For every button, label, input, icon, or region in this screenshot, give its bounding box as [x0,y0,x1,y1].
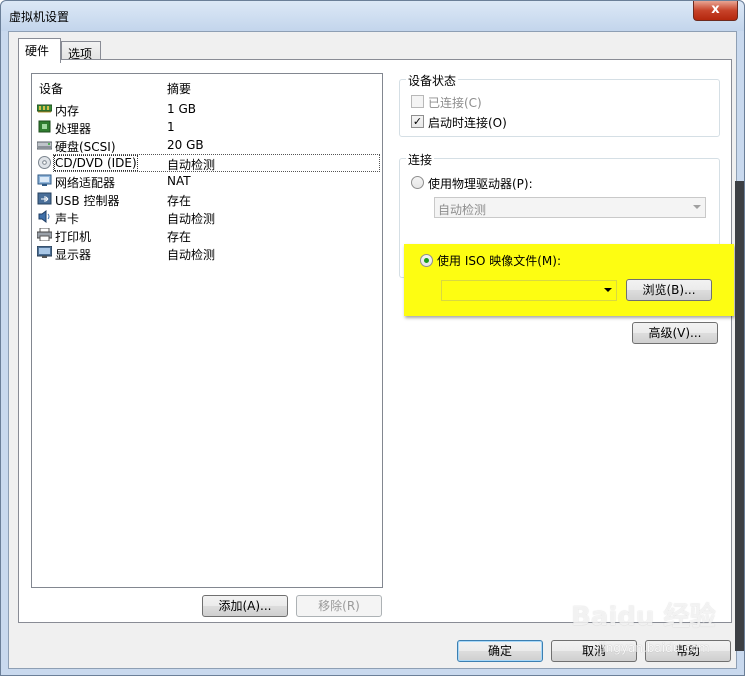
connected-checkbox[interactable] [411,95,424,108]
chevron-down-icon [604,288,612,292]
harddisk-icon [37,141,52,150]
physical-drive-select[interactable]: 自动检测 [434,197,706,218]
display-icon [37,246,52,258]
device-summary: 20 GB [167,138,204,152]
background-scrollbar [735,181,744,651]
connect-at-poweron-label: 启动时连接(O) [428,116,507,130]
remove-button[interactable]: 移除(R) [296,595,382,617]
device-summary: 自动检测 [167,248,216,262]
device-row-memory[interactable]: 内存 1 GB [32,100,382,118]
cd-dvd-icon [38,156,51,169]
connection-title: 连接 [406,151,435,168]
device-summary: 1 [167,120,175,134]
iso-highlight: 使用 ISO 映像文件(M): 浏览(B)... [404,244,734,316]
cpu-icon [38,120,51,133]
use-physical-drive-label: 使用物理驱动器(P): [428,177,533,191]
device-summary: 存在 [167,194,192,208]
device-row-harddisk[interactable]: 硬盘(SCSI) 20 GB [32,136,382,154]
device-list[interactable]: 设备 摘要 内存 1 GB 处理器 1 硬盘(SCSI) 20 GB CD/DV… [31,73,383,588]
virtual-machine-settings-window: 虚拟机设置 x 硬件 选项 设备 摘要 内存 1 GB 处理器 1 硬盘(SCS… [0,0,745,676]
device-row-display[interactable]: 显示器 自动检测 [32,244,382,262]
device-summary: 存在 [167,230,192,244]
device-name: 声卡 [55,212,80,226]
device-status-title: 设备状态 [406,72,459,89]
browse-button[interactable]: 浏览(B)... [626,279,712,301]
physical-drive-value: 自动检测 [438,203,487,217]
advanced-button[interactable]: 高级(V)... [632,322,718,344]
network-adapter-icon [37,174,52,186]
window-title: 虚拟机设置 [9,10,70,24]
device-list-header: 设备 摘要 [32,74,382,96]
dialog-body: 硬件 选项 设备 摘要 内存 1 GB 处理器 1 硬盘(SCSI) 20 GB… [8,31,737,669]
device-row-usb-controller[interactable]: USB 控制器 存在 [32,190,382,208]
device-row-processor[interactable]: 处理器 1 [32,118,382,136]
connect-at-poweron-checkbox[interactable]: ✓ [411,115,424,128]
hardware-panel: 设备 摘要 内存 1 GB 处理器 1 硬盘(SCSI) 20 GB CD/DV… [18,59,734,623]
device-summary: 1 GB [167,102,196,116]
column-device[interactable]: 设备 [39,80,63,97]
device-name: CD/DVD (IDE) [54,155,138,171]
column-summary[interactable]: 摘要 [167,80,191,97]
device-row-cd-dvd[interactable]: CD/DVD (IDE) 自动检测 [32,154,382,172]
ok-button[interactable]: 确定 [457,640,543,662]
device-name: 打印机 [55,230,92,244]
chevron-down-icon [693,205,701,209]
device-name: 内存 [55,104,80,118]
device-status-group: 设备状态 已连接(C) ✓ 启动时连接(O) [399,72,720,137]
iso-path-select[interactable] [441,280,617,301]
device-name: 网络适配器 [55,176,116,190]
device-name: 显示器 [55,248,92,262]
device-row-printer[interactable]: 打印机 存在 [32,226,382,244]
device-name: 处理器 [55,122,92,136]
use-iso-image-label: 使用 ISO 映像文件(M): [437,254,561,268]
device-summary: NAT [167,174,191,188]
device-name: USB 控制器 [55,194,120,208]
connected-label: 已连接(C) [428,96,482,110]
use-iso-image-radio[interactable] [420,254,433,267]
baidu-watermark-url: jingyan.baidu.com [599,641,710,655]
memory-icon [37,104,52,113]
add-button[interactable]: 添加(A)... [202,595,288,617]
device-row-network-adapter[interactable]: 网络适配器 NAT [32,172,382,190]
usb-icon [37,192,52,205]
printer-icon [37,228,52,241]
close-button[interactable]: x [693,1,738,21]
device-summary: 自动检测 [167,212,216,226]
tab-hardware[interactable]: 硬件 [18,38,61,63]
use-physical-drive-radio[interactable] [411,176,424,189]
baidu-watermark-logo: Baidu 经验 [571,602,716,632]
sound-card-icon [38,210,50,223]
title-bar[interactable]: 虚拟机设置 x [1,1,744,31]
device-row-sound-card[interactable]: 声卡 自动检测 [32,208,382,226]
device-name: 硬盘(SCSI) [55,140,116,154]
device-summary: 自动检测 [167,158,216,172]
